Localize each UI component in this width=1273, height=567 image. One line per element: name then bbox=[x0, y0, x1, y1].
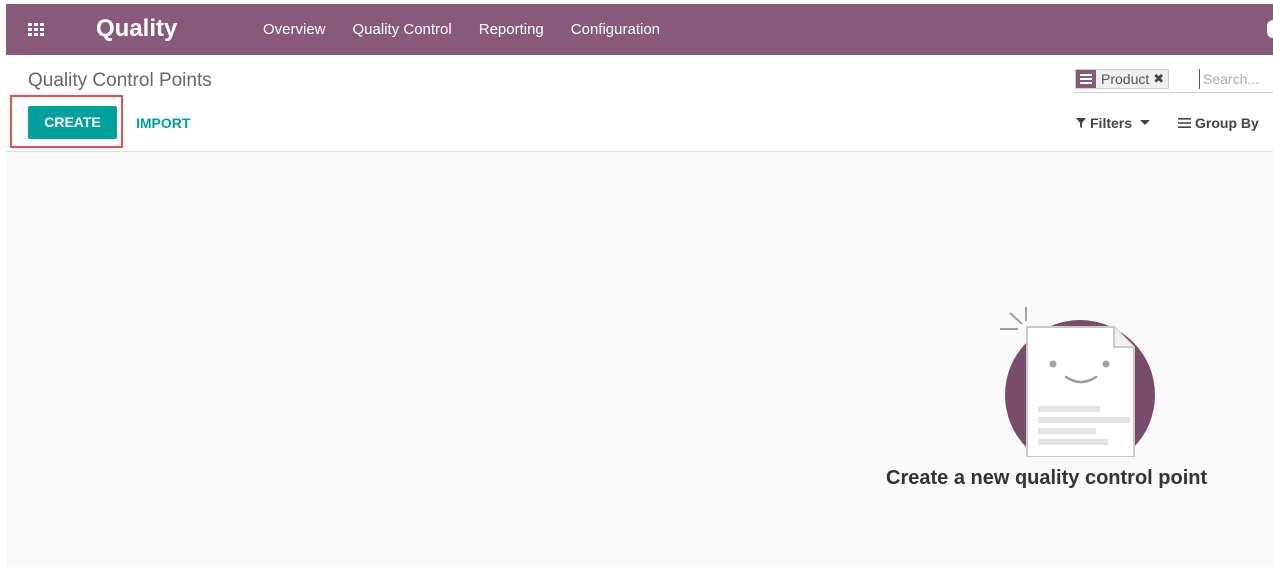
empty-document-smiley-icon bbox=[996, 307, 1156, 470]
apps-grid-icon[interactable] bbox=[28, 23, 44, 36]
facet-value: Product bbox=[1101, 71, 1150, 87]
filters-label: Filters bbox=[1090, 115, 1133, 131]
create-button[interactable]: CREATE bbox=[28, 106, 117, 139]
empty-state-title: Create a new quality control point bbox=[886, 467, 1208, 489]
top-navbar: Quality Overview Quality Control Reporti… bbox=[6, 4, 1273, 55]
content-area: Create a new quality control point bbox=[6, 152, 1273, 567]
menu-item-reporting[interactable]: Reporting bbox=[479, 21, 544, 39]
groupby-bars-icon bbox=[1178, 118, 1191, 128]
breadcrumb-title: Quality Control Points bbox=[28, 70, 212, 91]
menu-item-quality-control[interactable]: Quality Control bbox=[353, 21, 452, 39]
import-button[interactable]: IMPORT bbox=[136, 115, 190, 131]
group-list-icon bbox=[1076, 70, 1096, 88]
main-menu: Overview Quality Control Reporting Confi… bbox=[263, 21, 687, 39]
search-facet-product: Product ✖ bbox=[1075, 69, 1170, 89]
menu-item-configuration[interactable]: Configuration bbox=[571, 21, 660, 39]
app-name[interactable]: Quality bbox=[96, 15, 177, 43]
groupby-dropdown[interactable]: Group By bbox=[1178, 115, 1259, 131]
search-bar: Product ✖ bbox=[1075, 67, 1273, 93]
caret-down-icon bbox=[1140, 119, 1151, 125]
groupby-label: Group By bbox=[1195, 115, 1259, 131]
menu-item-overview[interactable]: Overview bbox=[263, 21, 326, 39]
search-input[interactable] bbox=[1199, 69, 1273, 89]
page: Quality Overview Quality Control Reporti… bbox=[0, 0, 1273, 567]
facet-remove-icon[interactable]: ✖ bbox=[1153, 70, 1168, 88]
filter-funnel-icon bbox=[1076, 118, 1086, 128]
user-menu-edge[interactable] bbox=[1267, 20, 1273, 38]
control-panel: Quality Control Points CREATE IMPORT Pro… bbox=[6, 55, 1273, 152]
filters-dropdown[interactable]: Filters bbox=[1076, 115, 1151, 131]
